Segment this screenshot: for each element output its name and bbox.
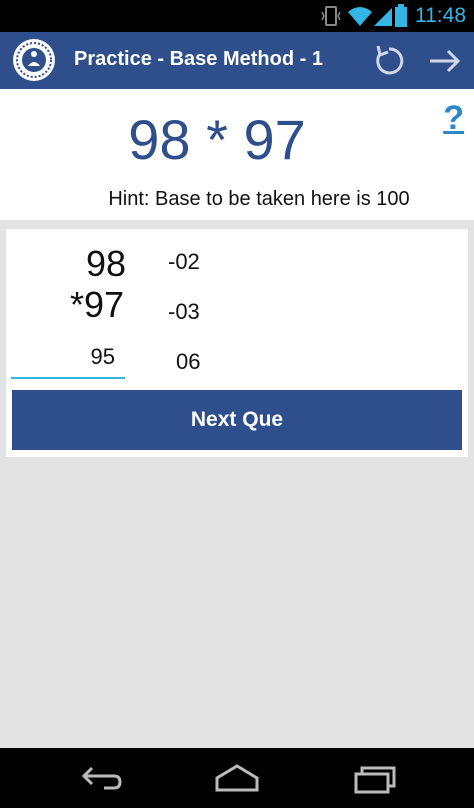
signal-icon (374, 8, 392, 26)
status-bar: 11:48 (0, 0, 474, 32)
home-icon[interactable] (213, 762, 261, 794)
navigation-bar (0, 748, 474, 808)
action-bar: Practice - Base Method - 1 (0, 32, 474, 89)
deviation-1: -02 (168, 249, 200, 274)
recent-apps-icon[interactable] (352, 762, 400, 794)
next-question-button[interactable]: Next Que (12, 390, 462, 450)
wifi-icon (348, 7, 372, 26)
question-area: 98 * 97 ? Hint: Base to be taken here is… (0, 89, 474, 220)
work-panel: 98 *97 -02 -03 06 Next Que (6, 229, 468, 457)
app-logo-icon[interactable] (12, 38, 56, 82)
number-2: *97 (70, 284, 125, 325)
help-icon[interactable]: ? (443, 99, 464, 138)
vibrate-icon (321, 6, 341, 26)
answer-left-input[interactable] (11, 341, 125, 379)
arrow-right-icon[interactable] (424, 40, 466, 82)
page-title: Practice - Base Method - 1 (74, 48, 323, 70)
battery-icon (395, 4, 407, 27)
refresh-icon[interactable] (368, 40, 410, 82)
hint-text: Hint: Base to be taken here is 100 (108, 188, 410, 210)
question-expression: 98 * 97 (128, 108, 306, 171)
answer-right: 06 (176, 349, 201, 374)
number-1: 98 (86, 243, 127, 284)
deviation-2: -03 (168, 299, 200, 324)
clock: 11:48 (415, 4, 466, 27)
back-icon[interactable] (76, 762, 124, 794)
